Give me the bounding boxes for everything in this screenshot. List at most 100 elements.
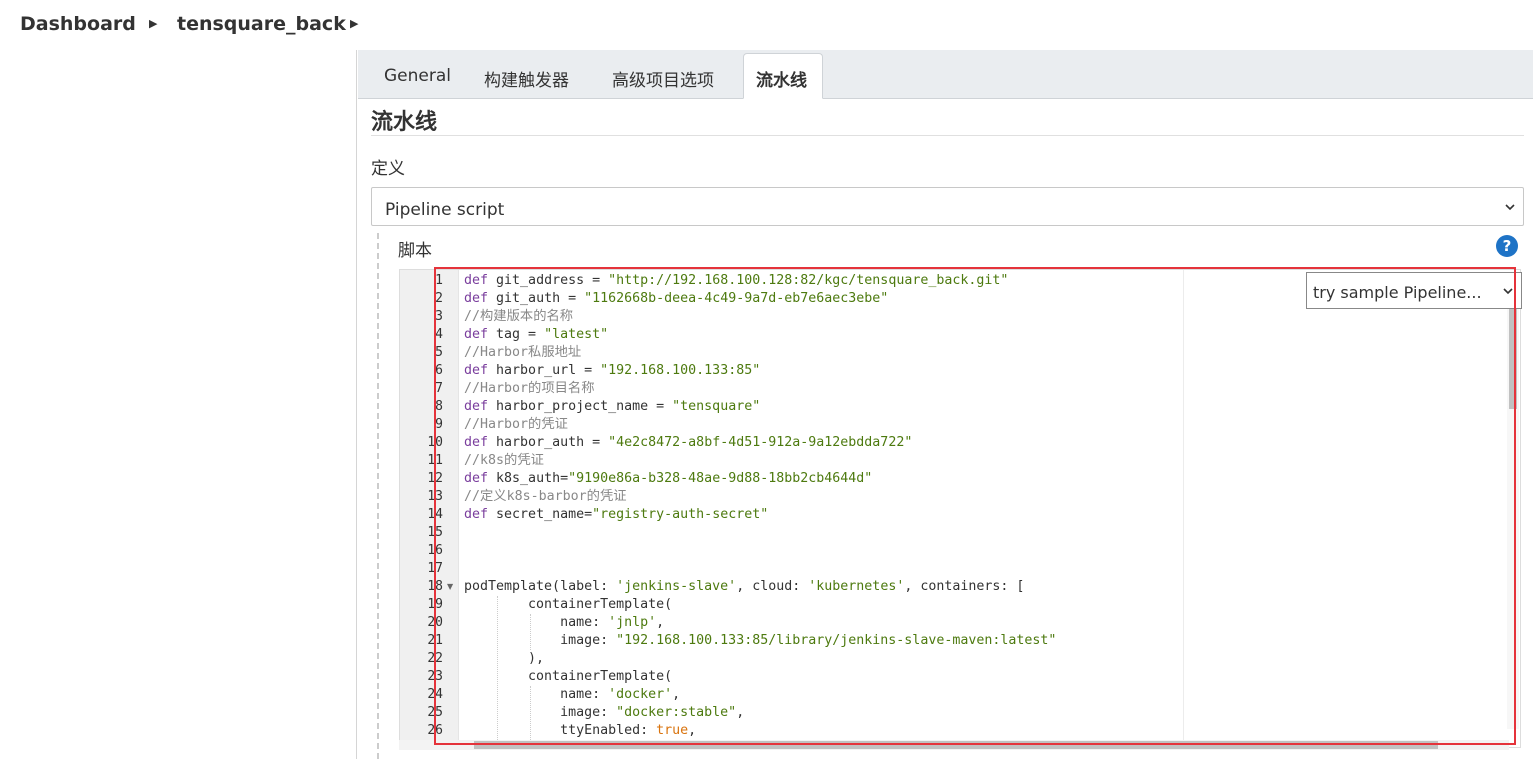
scrollbar-thumb[interactable] [474,741,1438,749]
code-token: , containers: [ [904,579,1025,594]
code-line: //Harbor私服地址 [464,344,1520,362]
code-line: //Harbor的凭证 [464,416,1520,434]
line-number-gutter: 1 2 3 4 5 6 7 8 9 10 11 12 13 14 15 16 17 18 ▼ 19 20 21 22 23 24… [400,270,459,747]
breadcrumb: Dashboard ▶ tensquare_back ▶ [0,0,1533,50]
code-token: harbor_auth = [488,435,609,450]
tab-advanced-options[interactable]: 高级项目选项 [612,66,714,91]
breadcrumb-dashboard-link[interactable]: Dashboard [20,13,136,35]
tab-general[interactable]: General [384,66,451,86]
code-token: harbor_project_name = [488,399,673,414]
chevron-right-icon[interactable]: ▶ [350,17,358,30]
editor-horizontal-scrollbar[interactable] [399,740,1509,750]
sample-pipeline-select[interactable]: try sample Pipeline... [1306,272,1522,309]
code-token: , [736,705,745,720]
indent-guide [496,596,498,747]
code-token: def [464,291,489,306]
code-token: image: [464,633,617,648]
code-token: name: [464,687,609,702]
line-number: 14 [427,507,443,522]
code-token: containerTemplate( [464,597,673,612]
code-line: podTemplate(label: 'jenkins-slave', clou… [464,578,1520,596]
code-token: //k8s的凭证 [464,453,544,468]
code-token: 'jnlp' [608,615,657,630]
indent-guide [529,614,531,650]
line-number: 23 [427,669,443,684]
code-token: //构建版本的名称 [464,309,574,324]
line-number: 26 [427,723,443,738]
code-line: def secret_name="registry-auth-secret" [464,506,1520,524]
line-number: 18 [427,579,443,594]
chevron-down-icon [1503,288,1513,295]
definition-select-value: Pipeline script [385,200,505,220]
script-editor[interactable]: 1 2 3 4 5 6 7 8 9 10 11 12 13 14 15 16 17 18 ▼ 19 20 21 22 23 24… [399,269,1521,748]
section-indent-line [377,233,379,759]
line-number: 3 [435,309,443,324]
code-token: containerTemplate( [464,669,673,684]
line-number: 16 [427,543,443,558]
line-number: 13 [427,489,443,504]
code-token: , [672,687,681,702]
code-token: //Harbor私服地址 [464,345,582,360]
editor-vertical-scrollbar[interactable] [1507,309,1519,729]
code-token: "latest" [544,327,609,342]
sample-pipeline-select-value: try sample Pipeline... [1313,283,1482,302]
code-line: def k8s_auth="9190e86a-b328-48ae-9d88-18… [464,470,1520,488]
code-line: containerTemplate( [464,596,1520,614]
code-token: ttyEnabled: [464,723,657,738]
code-token: "registry-auth-secret" [592,507,769,522]
breadcrumb-project-link[interactable]: tensquare_back [177,13,346,35]
chevron-down-icon [1505,204,1515,211]
sidebar [0,50,357,759]
help-icon[interactable]: ? [1496,235,1518,257]
code-token: "tensquare" [672,399,761,414]
code-token: 'kubernetes' [808,579,905,594]
code-token: //定义k8s-barbor的凭证 [464,489,627,504]
code-token: image: [464,705,617,720]
fold-toggle-icon[interactable]: ▼ [447,578,453,596]
line-number: 22 [427,651,443,666]
line-number: 10 [427,435,443,450]
code-line: //定义k8s-barbor的凭证 [464,488,1520,506]
definition-select[interactable]: Pipeline script [371,187,1524,226]
indent-guide [529,686,531,747]
code-token: //Harbor的凭证 [464,417,568,432]
code-token: podTemplate(label: [464,579,617,594]
code-token: "http://192.168.100.128:82/kgc/tensquare… [608,273,1009,288]
code-area[interactable]: def git_address = "http://192.168.100.12… [459,270,1520,747]
code-line: image: "docker:stable", [464,704,1520,722]
code-token: , [688,723,697,738]
code-token: "1162668b-deea-4c49-9a7d-eb7e6aec3ebe" [584,291,889,306]
code-token: "9190e86a-b328-48ae-9d88-18bb2cb4644d" [568,471,873,486]
section-divider [371,135,1524,136]
tab-pipeline[interactable]: 流水线 [743,53,823,99]
code-token: git_address = [488,273,609,288]
code-token: harbor_url = [488,363,601,378]
code-line: image: "192.168.100.133:85/library/jenki… [464,632,1520,650]
scrollbar-thumb[interactable] [1509,309,1517,409]
code-token: "192.168.100.133:85" [600,363,761,378]
code-token: "4e2c8472-a8bf-4d51-912a-9a12ebdda722" [608,435,913,450]
line-number: 9 [435,417,443,432]
code-line: def harbor_url = "192.168.100.133:85" [464,362,1520,380]
line-number: 12 [427,471,443,486]
tab-build-triggers[interactable]: 构建触发器 [484,66,569,91]
code-token: def [464,363,489,378]
script-label: 脚本 [398,241,432,261]
code-line: ), [464,650,1520,668]
definition-label: 定义 [371,159,405,179]
line-number: 25 [427,705,443,720]
line-number: 7 [435,381,443,396]
line-number: 15 [427,525,443,540]
code-token: def [464,471,489,486]
line-number: 4 [435,327,443,342]
code-token: def [464,507,489,522]
code-token: def [464,327,489,342]
line-number: 21 [427,633,443,648]
line-number: 1 [435,273,443,288]
code-line: name: 'docker', [464,686,1520,704]
chevron-right-icon[interactable]: ▶ [149,17,157,30]
code-token: , cloud: [736,579,809,594]
